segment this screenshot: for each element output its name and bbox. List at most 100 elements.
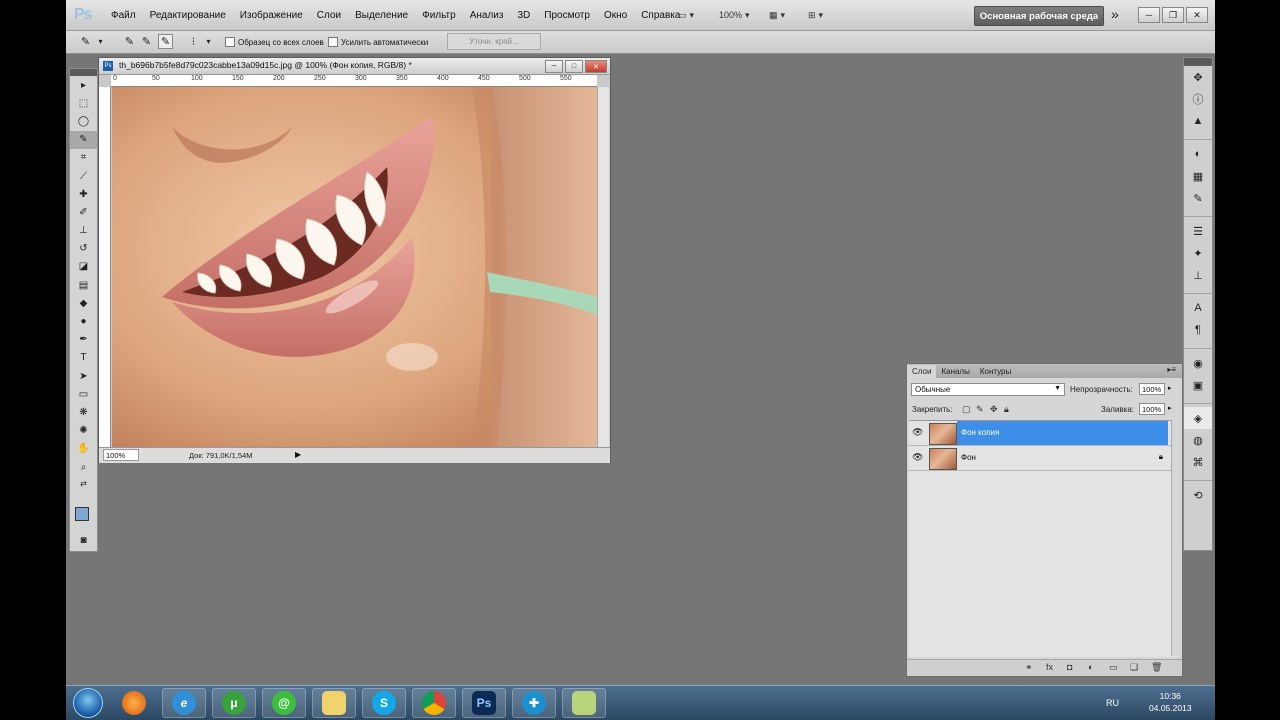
extras-dropdown[interactable]: ⊞ ▾ [808, 7, 823, 23]
blur-tool-icon[interactable]: ◆ [70, 294, 97, 312]
zoom-level-dropdown[interactable]: 100% ▾ [719, 7, 750, 23]
brushes-icon[interactable]: ✦ [1184, 242, 1212, 264]
brush-size-icon[interactable]: ⁝ [186, 34, 201, 49]
layers-dock-icon[interactable]: ◈ [1184, 407, 1212, 429]
visibility-eye-icon[interactable]: 👁︎ [912, 452, 923, 463]
swatches-icon[interactable]: ▦ [1184, 165, 1212, 187]
layer-row[interactable]: 👁︎ Фон 🔒︎ [909, 446, 1179, 471]
fill-slider-arrow-icon[interactable]: ▸ [1168, 404, 1172, 412]
taskbar-firefox[interactable] [112, 688, 156, 718]
styles-icon[interactable]: ✎ [1184, 187, 1212, 209]
gradient-tool-icon[interactable]: ▤ [70, 276, 97, 294]
tab-channels[interactable]: Каналы [936, 365, 974, 378]
menu-image[interactable]: Изображение [233, 10, 310, 21]
subtract-selection-icon[interactable]: ✎ [158, 34, 173, 49]
close-button[interactable]: ✕ [1186, 7, 1208, 23]
taskbar-utorrent[interactable]: μ [212, 688, 256, 718]
adjustments-icon[interactable]: ☰ [1184, 220, 1212, 242]
taskbar-photoshop[interactable]: Ps [462, 688, 506, 718]
layer-row[interactable]: 👁︎ Фон копия [909, 421, 1179, 446]
histogram-icon[interactable]: ▲ [1184, 110, 1212, 132]
taskbar-mail-agent[interactable]: @ [262, 688, 306, 718]
canvas-photo[interactable] [112, 87, 597, 447]
3d-icon[interactable]: ▣ [1184, 374, 1212, 396]
menu-select[interactable]: Выделение [348, 10, 415, 21]
lasso-tool-icon[interactable]: ◯ [70, 112, 97, 130]
paths-icon[interactable]: ⌘ [1184, 451, 1212, 473]
new-group-icon[interactable]: ▭ [1109, 662, 1118, 673]
taskbar-chrome[interactable] [412, 688, 456, 718]
quick-mask-icon[interactable]: ◙ [70, 531, 97, 549]
workspace-button[interactable]: Основная рабочая среда [974, 6, 1104, 26]
panel-grip[interactable] [70, 69, 97, 76]
menu-3d[interactable]: 3D [510, 10, 537, 21]
new-layer-icon[interactable]: ❏ [1130, 662, 1138, 673]
tab-paths[interactable]: Контуры [975, 365, 1016, 378]
channels-icon[interactable]: ◍ [1184, 429, 1212, 451]
panel-menu-icon[interactable]: ▸≡ [1167, 365, 1176, 374]
zoom-tool-icon[interactable]: ⌕ [70, 458, 97, 476]
navigator-icon[interactable]: ✥ [1184, 66, 1212, 88]
menu-filter[interactable]: Фильтр [415, 10, 463, 21]
dock-grip[interactable] [1184, 58, 1212, 66]
lock-transparency-icon[interactable]: ▢ [962, 404, 971, 415]
minimize-button[interactable]: ─ [1138, 7, 1160, 23]
3d-rotate-tool-icon[interactable]: ❋ [70, 403, 97, 421]
taskbar-explorer[interactable] [312, 688, 356, 718]
sample-all-layers-checkbox[interactable]: Образец со всех слоев [225, 35, 324, 49]
taskbar-skype[interactable]: S [362, 688, 406, 718]
marquee-tool-icon[interactable]: ⬚ [70, 94, 97, 112]
menu-file[interactable]: Файл [104, 10, 143, 21]
menu-analysis[interactable]: Анализ [463, 10, 511, 21]
taskbar-notes[interactable] [562, 688, 606, 718]
more-workspaces-icon[interactable]: » [1111, 6, 1119, 22]
zoom-field[interactable]: 100% [103, 449, 139, 461]
lock-pixels-icon[interactable]: ✎ [976, 404, 984, 415]
move-tool-icon[interactable]: ▸ [70, 76, 97, 94]
menu-edit[interactable]: Редактирование [143, 10, 233, 21]
dodge-tool-icon[interactable]: ● [70, 312, 97, 330]
restore-button[interactable]: ❐ [1162, 7, 1184, 23]
lock-all-icon[interactable]: 🔒︎ [1004, 404, 1009, 415]
vertical-scrollbar[interactable] [597, 87, 609, 447]
info-icon[interactable]: ⓘ [1184, 88, 1212, 110]
brush-preset-icon[interactable]: ✎ [78, 34, 93, 49]
fill-input[interactable]: 100% [1139, 403, 1165, 415]
vertical-ruler[interactable] [99, 87, 111, 447]
language-indicator[interactable]: RU [1106, 698, 1119, 708]
auto-enhance-checkbox[interactable]: Усилить автоматически [328, 35, 428, 49]
brush-tool-icon[interactable]: ✐ [70, 203, 97, 221]
doc-close-button[interactable]: ✕ [585, 60, 607, 73]
crop-tool-icon[interactable]: ⌗ [70, 149, 97, 167]
add-selection-icon[interactable]: ✎ [139, 34, 154, 49]
layers-scrollbar[interactable] [1171, 420, 1181, 656]
document-title-bar[interactable]: Ps th_b696b7b5fe8d79c023cabbe13a09d15c.j… [99, 58, 610, 75]
type-tool-icon[interactable]: T [70, 349, 97, 367]
taskbar-ie[interactable]: e [162, 688, 206, 718]
clone-stamp-tool-icon[interactable]: ⊥ [70, 222, 97, 240]
3d-orbit-tool-icon[interactable]: ✺ [70, 422, 97, 440]
character-icon[interactable]: A [1184, 297, 1212, 319]
delete-layer-icon[interactable]: 🗑︎ [1151, 662, 1162, 673]
refine-edge-button[interactable]: Уточн. край... [447, 33, 541, 50]
add-mask-icon[interactable]: ◘ [1067, 662, 1072, 672]
taskbar-medical-app[interactable]: ✚ [512, 688, 556, 718]
link-layers-icon[interactable]: ⚭ [1025, 662, 1033, 673]
swap-colors-icon[interactable]: ⇄ [70, 476, 97, 490]
paragraph-icon[interactable]: ¶ [1184, 319, 1212, 341]
path-selection-tool-icon[interactable]: ➤ [70, 367, 97, 385]
doc-minimize-button[interactable]: ─ [545, 60, 563, 73]
rectangle-tool-icon[interactable]: ▭ [70, 385, 97, 403]
menu-view[interactable]: Просмотр [537, 10, 597, 21]
layer-style-icon[interactable]: fx [1046, 662, 1053, 672]
system-clock[interactable]: 10:36 04.05.2013 [1149, 690, 1192, 714]
menu-layers[interactable]: Слои [310, 10, 348, 21]
lock-position-icon[interactable]: ✥ [990, 404, 998, 415]
chevron-down-icon[interactable]: ▾ [93, 34, 108, 49]
menu-window[interactable]: Окно [597, 10, 634, 21]
chevron-down-icon[interactable]: ▾ [201, 34, 216, 49]
horizontal-ruler[interactable]: 0 50 100 150 200 250 300 350 400 450 500… [111, 75, 597, 87]
document-size-info[interactable]: Док: 791,0K/1,54M [189, 451, 252, 460]
status-menu-arrow-icon[interactable]: ▶ [295, 450, 301, 459]
masks-icon[interactable]: ◉ [1184, 352, 1212, 374]
